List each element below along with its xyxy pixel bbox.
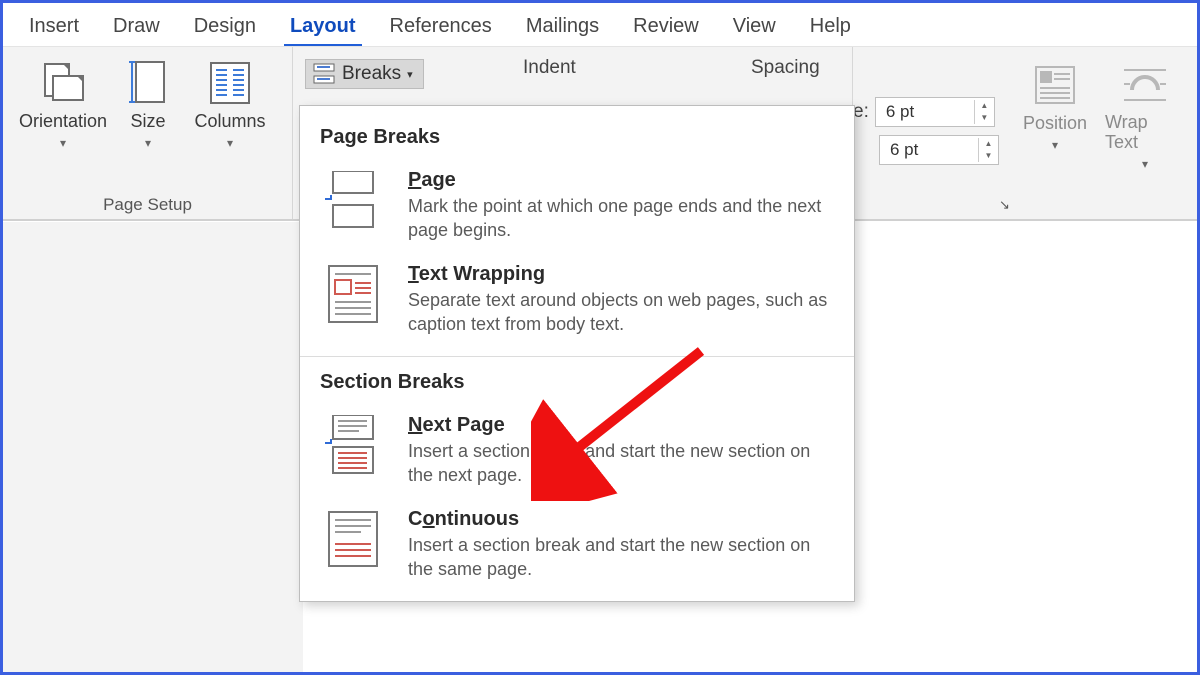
chevron-down-icon: ▾ bbox=[227, 136, 233, 150]
document-gutter bbox=[3, 222, 303, 672]
size-label: Size bbox=[130, 111, 165, 132]
chevron-down-icon: ▾ bbox=[407, 68, 413, 81]
page-break-icon bbox=[324, 169, 382, 231]
position-icon bbox=[1029, 61, 1081, 109]
indent-label: Indent bbox=[523, 57, 576, 79]
document-page[interactable] bbox=[861, 222, 1197, 672]
columns-button[interactable]: Columns ▾ bbox=[185, 55, 275, 150]
size-icon bbox=[122, 59, 174, 107]
continuous-break-icon bbox=[324, 508, 382, 570]
tab-layout[interactable]: Layout bbox=[282, 9, 364, 46]
break-continuous-title: Continuous bbox=[408, 508, 828, 531]
spacing-before-input[interactable]: 6 pt ▲ ▼ bbox=[875, 97, 995, 127]
break-continuous[interactable]: Continuous Insert a section break and st… bbox=[320, 502, 846, 596]
spin-up-icon[interactable]: ▲ bbox=[975, 100, 994, 112]
ribbon-tabs: Insert Draw Design Layout References Mai… bbox=[3, 3, 1197, 46]
spacing-after-row: 6 pt ▲ ▼ bbox=[879, 135, 999, 165]
tab-help[interactable]: Help bbox=[802, 9, 859, 46]
columns-icon bbox=[204, 59, 256, 107]
chevron-down-icon: ▾ bbox=[60, 136, 66, 150]
breaks-icon bbox=[312, 63, 336, 85]
spacing-after-input[interactable]: 6 pt ▲ ▼ bbox=[879, 135, 999, 165]
break-text-wrapping[interactable]: Text Wrapping Separate text around objec… bbox=[320, 257, 846, 351]
spin-down-icon[interactable]: ▼ bbox=[979, 150, 998, 162]
spin-up-icon[interactable]: ▲ bbox=[979, 138, 998, 150]
page-breaks-header: Page Breaks bbox=[320, 126, 846, 149]
wrap-text-label: Wrap Text bbox=[1105, 113, 1185, 153]
chevron-down-icon: ▾ bbox=[1052, 138, 1058, 152]
breaks-dropdown: Page Breaks Page Mark the point at which… bbox=[299, 105, 855, 602]
break-next-page[interactable]: Next Page Insert a section break and sta… bbox=[320, 408, 846, 502]
tab-review[interactable]: Review bbox=[625, 9, 707, 46]
chevron-down-icon: ▾ bbox=[145, 136, 151, 150]
chevron-down-icon: ▾ bbox=[1142, 157, 1148, 171]
spacing-before-value: 6 pt bbox=[876, 102, 974, 122]
breaks-label: Breaks bbox=[342, 63, 401, 85]
spacing-label: Spacing bbox=[751, 57, 820, 79]
group-arrange: Position ▾ Wrap Text ▾ bbox=[1015, 57, 1185, 171]
break-next-page-title: Next Page bbox=[408, 414, 828, 437]
spin-down-icon[interactable]: ▼ bbox=[975, 112, 994, 124]
spacing-after-value: 6 pt bbox=[880, 140, 978, 160]
position-button[interactable]: Position ▾ bbox=[1015, 57, 1095, 171]
dialog-launcher-paragraph[interactable]: ↘ bbox=[999, 197, 1015, 213]
position-label: Position bbox=[1023, 113, 1087, 134]
wrap-text-icon bbox=[1119, 61, 1171, 109]
text-wrapping-break-icon bbox=[324, 263, 382, 325]
section-breaks-header: Section Breaks bbox=[320, 371, 846, 394]
tab-references[interactable]: References bbox=[382, 9, 500, 46]
spacing-before-suffix: e: bbox=[853, 101, 869, 123]
columns-label: Columns bbox=[194, 111, 265, 132]
tab-insert[interactable]: Insert bbox=[21, 9, 87, 46]
group-page-setup: Orientation ▾ Size ▾ bbox=[3, 47, 293, 219]
break-text-wrapping-desc: Separate text around objects on web page… bbox=[408, 288, 828, 337]
break-next-page-desc: Insert a section break and start the new… bbox=[408, 439, 828, 488]
wrap-text-button[interactable]: Wrap Text ▾ bbox=[1105, 57, 1185, 171]
orientation-label: Orientation bbox=[19, 111, 107, 132]
break-page-desc: Mark the point at which one page ends an… bbox=[408, 194, 828, 243]
tab-view[interactable]: View bbox=[725, 9, 784, 46]
orientation-button[interactable]: Orientation ▾ bbox=[15, 55, 111, 150]
size-button[interactable]: Size ▾ bbox=[113, 55, 183, 150]
break-text-wrapping-title: Text Wrapping bbox=[408, 263, 828, 286]
group-label-page-setup: Page Setup bbox=[3, 195, 292, 215]
orientation-icon bbox=[37, 59, 89, 107]
tab-draw[interactable]: Draw bbox=[105, 9, 168, 46]
next-page-break-icon bbox=[324, 414, 382, 476]
dropdown-separator bbox=[300, 356, 854, 357]
spacing-before-row: e: 6 pt ▲ ▼ bbox=[853, 97, 995, 127]
break-page[interactable]: Page Mark the point at which one page en… bbox=[320, 163, 846, 257]
breaks-button[interactable]: Breaks ▾ bbox=[305, 59, 424, 89]
break-page-title: Page bbox=[408, 169, 828, 192]
tab-mailings[interactable]: Mailings bbox=[518, 9, 607, 46]
tab-design[interactable]: Design bbox=[186, 9, 264, 46]
break-continuous-desc: Insert a section break and start the new… bbox=[408, 533, 828, 582]
